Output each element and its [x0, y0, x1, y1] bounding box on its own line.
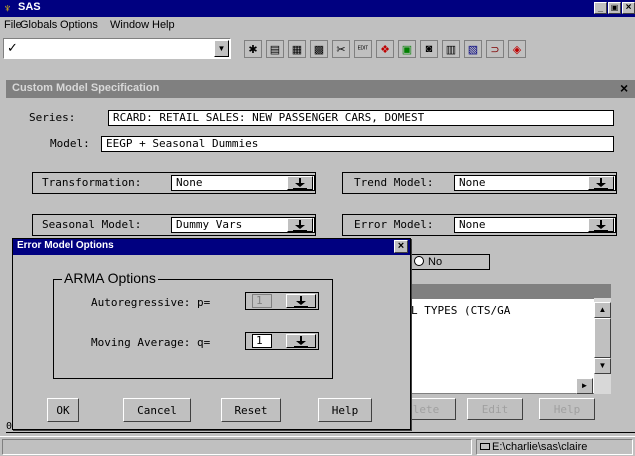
toolbar-icon-0[interactable]: ✱	[244, 40, 262, 58]
scroll-right-button[interactable]: ►	[576, 378, 593, 394]
dialog-titlebar: Error Model Options ×	[13, 239, 410, 255]
radio-no-group: No	[410, 254, 490, 270]
dialog-title: Error Model Options	[17, 240, 114, 251]
error-model-label: Error Model:	[354, 218, 434, 231]
status-left-pane	[2, 439, 472, 455]
toolbar-icon-5[interactable]: ᴱᴰᴵᵀ	[354, 40, 372, 58]
command-dropdown-button[interactable]: ▼	[214, 40, 229, 57]
toolbar-icon-4[interactable]: ✂	[332, 40, 350, 58]
list-item[interactable]: L TYPES (CTS/GA	[411, 304, 510, 318]
seasonal-label: Seasonal Model:	[42, 218, 142, 231]
list-header	[408, 284, 611, 298]
menu-help[interactable]: Help	[152, 19, 175, 31]
toolbar-icon-11[interactable]: ⊃	[486, 40, 504, 58]
drive-icon	[480, 443, 490, 450]
main-window-title: Custom Model Specification	[12, 82, 160, 94]
menu-bar: File Globals Options Window Help	[0, 18, 635, 34]
main-window-titlebar: Custom Model Specification ×	[6, 80, 635, 98]
toolbar-icon-7[interactable]: ▣	[398, 40, 416, 58]
toolbar-icon-12[interactable]: ◈	[508, 40, 526, 58]
toolbar-icon-8[interactable]: ◙	[420, 40, 438, 58]
status-bar: E:\charlie\sas\claire	[0, 436, 635, 456]
toolbar-icon-2[interactable]: ▦	[288, 40, 306, 58]
ar-label: Autoregressive: p=	[91, 296, 211, 309]
scroll-up-button[interactable]: ▲	[594, 302, 611, 318]
sas-logo-icon: ♆	[3, 1, 12, 15]
dropdown-arrow-icon	[594, 177, 608, 189]
toolbar-icon-9[interactable]: ▥	[442, 40, 460, 58]
dropdown-arrow-icon	[293, 219, 307, 231]
arma-options-group: ARMA Options Autoregressive: p= 1 Moving…	[53, 270, 333, 379]
edit-button[interactable]: Edit	[467, 398, 523, 420]
trend-group: Trend Model: None	[342, 172, 617, 194]
dialog-close-button[interactable]: ×	[394, 240, 408, 253]
trend-label: Trend Model:	[354, 176, 434, 189]
scroll-down-button[interactable]: ▼	[594, 358, 611, 374]
series-label: Series:	[29, 111, 76, 124]
menu-window[interactable]: Window	[110, 19, 149, 31]
command-box[interactable]: ✓ ▼	[3, 38, 231, 59]
app-title-bar: ♆ SAS _ ▣ ×	[0, 0, 635, 17]
ar-field-wrap: 1	[245, 292, 319, 310]
dropdown-arrow-icon	[594, 219, 608, 231]
seasonal-group: Seasonal Model: Dummy Vars	[32, 214, 316, 236]
dropdown-arrow-icon	[293, 177, 307, 189]
status-path-pane: E:\charlie\sas\claire	[476, 439, 633, 455]
main-window-close-icon[interactable]: ×	[620, 80, 628, 96]
ar-dropdown-button[interactable]	[286, 294, 316, 308]
ok-button[interactable]: OK	[47, 398, 79, 422]
error-model-dropdown-button[interactable]	[588, 218, 614, 232]
series-field[interactable]: RCARD: RETAIL SALES: NEW PASSENGER CARS,…	[108, 110, 614, 126]
maximize-button[interactable]: ▣	[608, 2, 621, 14]
trend-dropdown-button[interactable]	[588, 176, 614, 190]
main-window-bottom-border	[6, 432, 635, 433]
arma-options-title: ARMA Options	[62, 270, 158, 286]
close-app-button[interactable]: ×	[622, 2, 635, 14]
radio-no-icon[interactable]	[414, 256, 424, 266]
model-label: Model:	[50, 137, 90, 150]
main-help-button[interactable]: Help	[539, 398, 595, 420]
scroll-thumb[interactable]	[594, 318, 611, 358]
menu-globals[interactable]: Globals	[20, 19, 57, 31]
transformation-label: Transformation:	[42, 176, 142, 189]
seasonal-dropdown-button[interactable]	[287, 218, 313, 232]
command-value: ✓	[7, 40, 18, 55]
menu-options[interactable]: Options	[60, 19, 98, 31]
toolbar-icon-1[interactable]: ▤	[266, 40, 284, 58]
model-field[interactable]: EEGP + Seasonal Dummies	[101, 136, 614, 152]
dialog-help-button[interactable]: Help	[318, 398, 372, 422]
dropdown-arrow-icon	[294, 295, 308, 307]
toolbar-icon-3[interactable]: ▩	[310, 40, 328, 58]
ma-dropdown-button[interactable]	[286, 334, 316, 348]
ma-field[interactable]: 1	[252, 334, 272, 348]
reset-button[interactable]: Reset	[221, 398, 281, 422]
ar-field[interactable]: 1	[252, 294, 272, 308]
minimize-button[interactable]: _	[594, 2, 607, 14]
list-scrollbar[interactable]: ▲ ▼	[594, 298, 611, 394]
status-path: E:\charlie\sas\claire	[492, 441, 588, 453]
cancel-button[interactable]: Cancel	[123, 398, 191, 422]
error-model-group: Error Model: None	[342, 214, 617, 236]
toolbar-icon-10[interactable]: ▧	[464, 40, 482, 58]
app-title: SAS	[18, 1, 41, 13]
transformation-group: Transformation: None	[32, 172, 316, 194]
transformation-dropdown-button[interactable]	[287, 176, 313, 190]
toolbar-icon-6[interactable]: ❖	[376, 40, 394, 58]
error-model-options-dialog: Error Model Options × ARMA Options Autor…	[12, 238, 411, 430]
ma-label: Moving Average: q=	[91, 336, 211, 349]
dropdown-arrow-icon	[294, 335, 308, 347]
radio-no-label: No	[428, 256, 443, 268]
ma-field-wrap: 1	[245, 332, 319, 350]
